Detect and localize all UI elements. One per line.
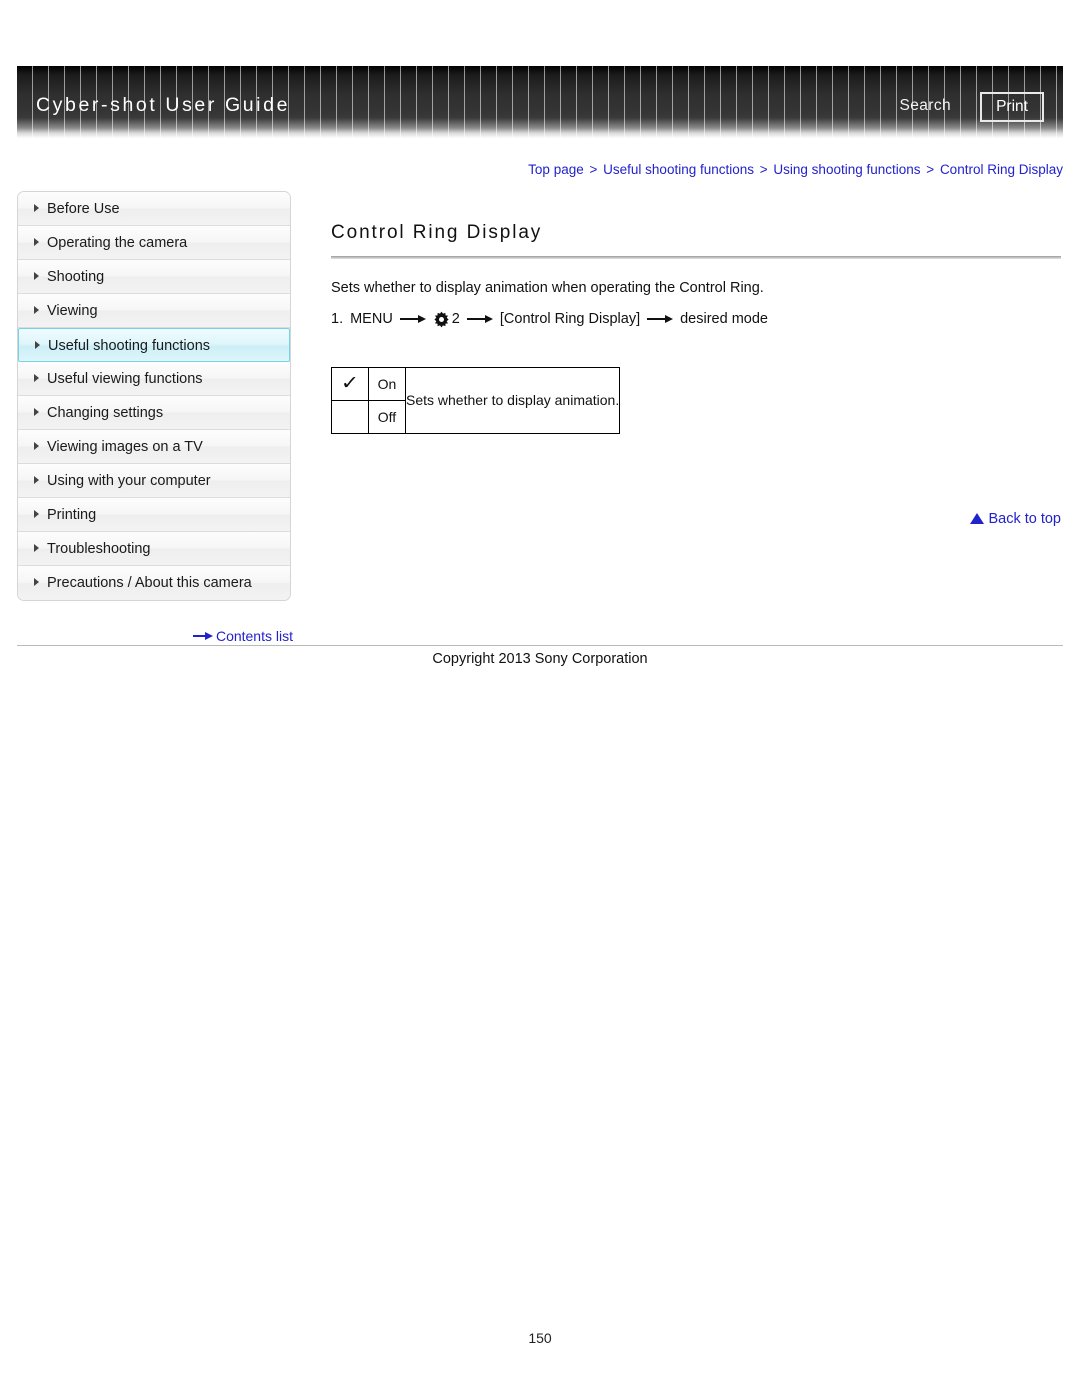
sidebar-item-useful-shooting-functions[interactable]: Useful shooting functions xyxy=(18,328,290,362)
arrow-right-icon xyxy=(192,632,213,641)
triangle-right-icon xyxy=(34,238,39,247)
triangle-right-icon xyxy=(34,578,39,587)
step-final-label: desired mode xyxy=(680,311,768,327)
main-content: Control Ring Display Sets whether to dis… xyxy=(331,222,1061,434)
triangle-up-icon xyxy=(970,512,985,524)
sidebar-item-label: Before Use xyxy=(47,201,120,218)
table-row: ✓ On Sets whether to display animation. xyxy=(331,366,621,434)
step-bracket-label: [Control Ring Display] xyxy=(499,311,641,327)
gear-icon xyxy=(433,311,450,328)
triangle-right-icon xyxy=(34,544,39,553)
triangle-right-icon xyxy=(34,204,39,213)
sidebar-nav: Before Use Operating the camera Shooting Vi… xyxy=(17,191,291,601)
step-instruction: 1. MENU 2 [Control Ring Display] desired… xyxy=(331,311,1061,328)
arrow-right-icon xyxy=(647,314,674,324)
sidebar-item-operating-the-camera[interactable]: Operating the camera xyxy=(18,226,290,260)
sidebar-item-useful-viewing-functions[interactable]: Useful viewing functions xyxy=(18,362,290,396)
triangle-right-icon xyxy=(34,476,39,485)
site-header: Cyber-shot User Guide Search Print xyxy=(17,66,1063,138)
breadcrumb-separator: > xyxy=(926,162,935,177)
breadcrumb-item-useful-shooting-functions[interactable]: Useful shooting functions xyxy=(603,162,754,177)
copyright-text: Copyright 2013 Sony Corporation xyxy=(432,651,648,667)
checkmark-icon: ✓ xyxy=(340,373,360,394)
step-menu-label: MENU xyxy=(350,311,393,327)
breadcrumb: Top page > Useful shooting functions > U… xyxy=(0,162,1063,177)
triangle-right-icon xyxy=(34,510,39,519)
step-number: 1. xyxy=(331,311,344,327)
triangle-right-icon xyxy=(34,408,39,417)
sidebar-item-troubleshooting[interactable]: Troubleshooting xyxy=(18,532,290,566)
sidebar-item-label: Useful shooting functions xyxy=(48,338,211,355)
footer-divider xyxy=(17,645,1063,646)
sidebar-item-before-use[interactable]: Before Use xyxy=(18,192,290,226)
breadcrumb-separator: > xyxy=(759,162,768,177)
triangle-right-icon xyxy=(34,272,39,281)
sidebar-item-label: Shooting xyxy=(47,269,105,286)
sidebar-item-label: Viewing xyxy=(47,303,98,320)
sidebar-item-label: Using with your computer xyxy=(47,473,211,490)
sidebar-item-label: Printing xyxy=(47,507,97,524)
option-label-on[interactable]: On xyxy=(368,366,406,401)
arrow-right-icon xyxy=(466,314,493,324)
sidebar-item-label: Viewing images on a TV xyxy=(47,439,203,456)
options-table: ✓ On Sets whether to display animation. … xyxy=(331,366,621,434)
step-gear-number: 2 xyxy=(451,311,460,327)
breadcrumb-item-using-shooting-functions[interactable]: Using shooting functions xyxy=(773,162,920,177)
contents-list-link[interactable]: Contents list xyxy=(17,628,293,644)
arrow-right-icon xyxy=(399,314,426,324)
triangle-right-icon xyxy=(34,374,39,383)
sidebar-item-label: Precautions / About this camera xyxy=(47,575,252,592)
sidebar-item-shooting[interactable]: Shooting xyxy=(18,260,290,294)
breadcrumb-item-control-ring-display: Control Ring Display xyxy=(939,162,1063,177)
back-to-top-label: Back to top xyxy=(988,511,1061,527)
search-button[interactable]: Search xyxy=(899,97,951,115)
sidebar-item-using-with-your-computer[interactable]: Using with your computer xyxy=(18,464,290,498)
triangle-right-icon xyxy=(34,442,39,451)
sidebar-item-viewing[interactable]: Viewing xyxy=(18,294,290,328)
sidebar-item-label: Useful viewing functions xyxy=(47,371,203,388)
intro-text: Sets whether to display animation when o… xyxy=(331,280,764,296)
triangle-right-icon xyxy=(35,341,40,350)
sidebar-item-changing-settings[interactable]: Changing settings xyxy=(18,396,290,430)
triangle-right-icon xyxy=(34,306,39,315)
breadcrumb-separator: > xyxy=(589,162,598,177)
title-divider xyxy=(331,256,1061,259)
sidebar-item-label: Troubleshooting xyxy=(47,541,151,558)
sidebar-item-precautions-about-this-camera[interactable]: Precautions / About this camera xyxy=(18,566,290,600)
sidebar-item-label: Operating the camera xyxy=(47,235,188,252)
page-number: 150 xyxy=(528,1330,552,1346)
print-button[interactable]: Print xyxy=(980,92,1044,122)
page-title: Control Ring Display xyxy=(331,222,543,243)
option-check-on: ✓ xyxy=(331,366,369,401)
back-to-top-link[interactable]: Back to top xyxy=(331,511,1061,527)
sidebar-item-viewing-images-on-a-tv[interactable]: Viewing images on a TV xyxy=(18,430,290,464)
option-check-off xyxy=(331,399,369,434)
option-description: Sets whether to display animation. xyxy=(404,366,621,434)
option-label-off[interactable]: Off xyxy=(368,399,406,434)
sidebar-item-label: Changing settings xyxy=(47,405,164,422)
sidebar-item-printing[interactable]: Printing xyxy=(18,498,290,532)
breadcrumb-item-top-page[interactable]: Top page xyxy=(528,162,584,177)
contents-list-label: Contents list xyxy=(215,628,293,644)
site-title: Cyber-shot User Guide xyxy=(36,94,291,116)
